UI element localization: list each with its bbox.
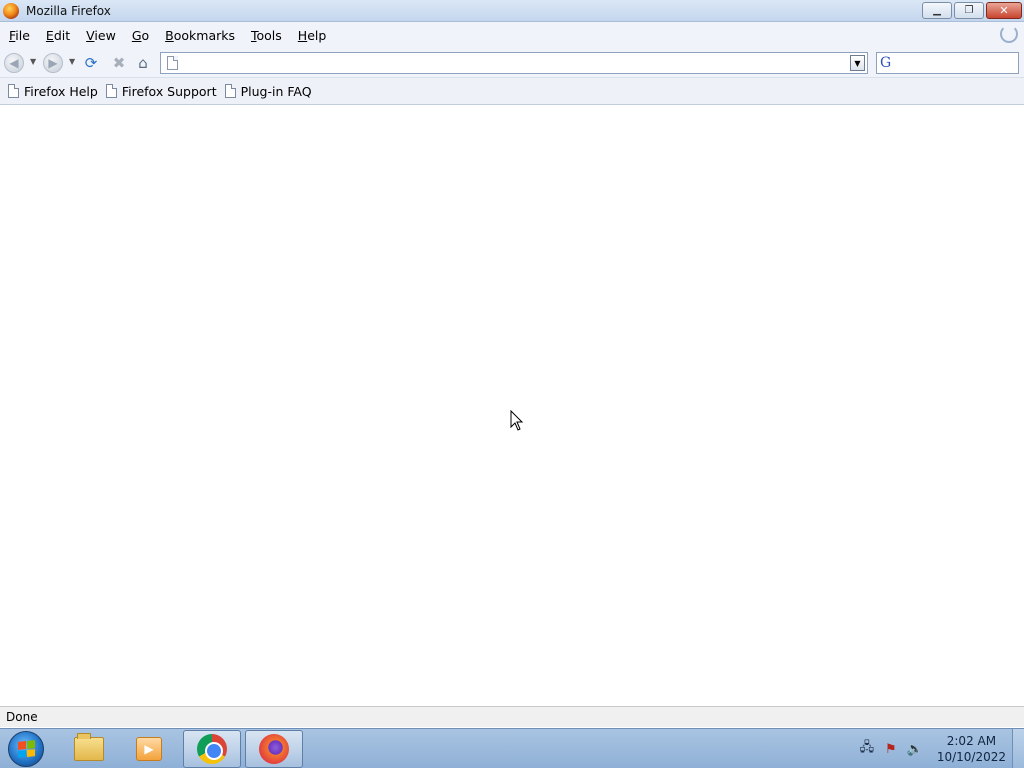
forward-history-dropdown-icon[interactable]: ▼: [69, 57, 75, 66]
menu-view[interactable]: View: [86, 28, 116, 43]
taskbar-firefox[interactable]: [245, 730, 303, 768]
chrome-icon: [197, 734, 227, 764]
menu-edit[interactable]: Edit: [46, 28, 70, 43]
home-button[interactable]: ⌂: [133, 53, 153, 73]
minimize-icon: ▁: [933, 5, 941, 16]
chevron-down-icon: ▼: [854, 58, 861, 68]
menu-bookmarks[interactable]: Bookmarks: [165, 28, 235, 43]
taskbar-explorer[interactable]: [60, 730, 118, 768]
bookmark-page-icon: [105, 84, 117, 98]
start-button[interactable]: [8, 731, 44, 767]
bookmarks-toolbar: Firefox Help Firefox Support Plug-in FAQ: [0, 78, 1024, 105]
close-button[interactable]: ✕: [986, 2, 1022, 19]
taskbar-media-player[interactable]: ▶: [120, 730, 178, 768]
media-player-icon: ▶: [136, 737, 162, 761]
restore-button[interactable]: ❐: [954, 2, 984, 19]
clock-time: 2:02 AM: [946, 734, 997, 748]
clock-date: 10/10/2022: [936, 750, 1006, 764]
home-icon: ⌂: [138, 54, 148, 72]
minimize-button[interactable]: ▁: [922, 2, 952, 19]
page-icon: [167, 56, 178, 70]
forward-button[interactable]: ▶: [43, 53, 63, 73]
bookmark-firefox-help[interactable]: Firefox Help: [8, 84, 98, 99]
bookmark-label: Plug-in FAQ: [240, 83, 312, 99]
stop-button[interactable]: ✖: [109, 53, 129, 73]
show-desktop-button[interactable]: [1012, 729, 1024, 768]
close-icon: ✕: [999, 4, 1009, 17]
search-box[interactable]: G: [876, 52, 1024, 74]
back-history-dropdown-icon[interactable]: ▼: [30, 57, 36, 66]
search-engine-icon[interactable]: G: [880, 55, 891, 71]
volume-icon[interactable]: 🔈: [907, 741, 923, 757]
menu-tools[interactable]: Tools: [251, 28, 282, 43]
taskbar-chrome[interactable]: [183, 730, 241, 768]
menu-go[interactable]: Go: [132, 28, 149, 43]
menu-file[interactable]: File: [9, 28, 30, 43]
back-button[interactable]: ◀: [4, 53, 24, 73]
menu-bar: File Edit View Go Bookmarks Tools Help: [0, 22, 1024, 48]
taskbar: ▶ 🖧 ⚑ 🔈 2:02 AM 10/10/2022: [0, 728, 1024, 768]
window-title: Mozilla Firefox: [26, 3, 111, 18]
reload-button[interactable]: ⟳: [81, 53, 101, 73]
system-tray: 🖧 ⚑ 🔈 2:02 AM 10/10/2022: [851, 729, 1006, 768]
windows-logo-icon: [18, 740, 35, 758]
url-input[interactable]: [184, 54, 867, 72]
mouse-cursor-icon: [510, 410, 524, 431]
status-bar: Done: [0, 706, 1024, 727]
title-bar[interactable]: Mozilla Firefox ▁ ❐ ✕: [0, 0, 1024, 22]
stop-icon: ✖: [112, 54, 126, 72]
firefox-app-icon[interactable]: [3, 2, 19, 19]
action-center-flag-icon[interactable]: ⚑: [883, 741, 899, 757]
window-controls: ▁ ❐ ✕: [922, 2, 1022, 19]
bookmark-page-icon: [224, 84, 236, 98]
forward-arrow-icon: ▶: [48, 56, 58, 70]
firefox-icon: [259, 734, 289, 764]
clock[interactable]: 2:02 AM 10/10/2022: [937, 733, 1006, 765]
bookmark-plugin-faq[interactable]: Plug-in FAQ: [224, 83, 312, 99]
page-content-area[interactable]: [0, 105, 1024, 706]
bookmark-label: Firefox Help: [24, 83, 98, 99]
url-bar[interactable]: ▼: [160, 52, 868, 74]
folder-icon: [74, 733, 104, 761]
bookmark-label: Firefox Support: [121, 83, 217, 99]
back-arrow-icon: ◀: [9, 56, 19, 70]
throbber-icon: [1000, 25, 1018, 43]
network-icon[interactable]: 🖧: [859, 740, 875, 757]
search-input[interactable]: [891, 54, 1024, 72]
reload-icon: ⟳: [84, 54, 98, 72]
bookmark-firefox-support[interactable]: Firefox Support: [105, 83, 217, 99]
url-history-dropdown-button[interactable]: ▼: [850, 55, 865, 71]
restore-icon: ❐: [964, 5, 974, 16]
status-text: Done: [6, 710, 38, 724]
bookmark-page-icon: [8, 84, 19, 98]
menu-help[interactable]: Help: [298, 28, 327, 43]
